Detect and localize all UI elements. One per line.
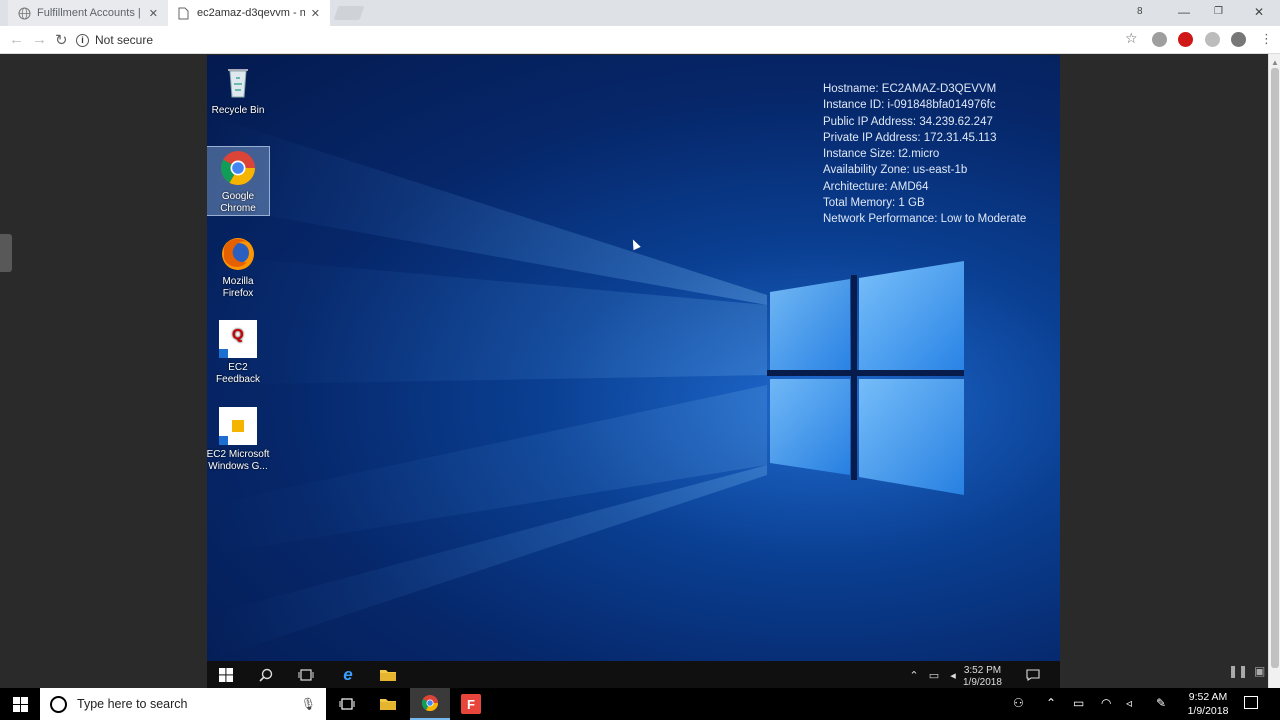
volume-icon[interactable]: ◃ — [1126, 696, 1132, 710]
extension-h-icon[interactable] — [1152, 32, 1167, 47]
desktop-icon-label: Recycle Bin — [211, 105, 265, 116]
browser-toolbar: ← → ↻ i Not secure ☆ ⋮ — [0, 26, 1280, 54]
remote-clock[interactable]: 3:52 PM 1/9/2018 — [963, 665, 1002, 688]
tab-strip: Fulfillment Accounts | ea ✕ ec2amaz-d3qe… — [0, 0, 1280, 26]
tab-fulfillment-accounts[interactable]: Fulfillment Accounts | ea ✕ — [8, 0, 168, 26]
page-icon — [178, 7, 191, 20]
pen-icon[interactable]: ✎ — [1156, 696, 1166, 710]
bookmark-star-icon[interactable]: ☆ — [1125, 30, 1138, 47]
desktop-icon-google-chrome[interactable]: Google Chrome — [207, 146, 270, 216]
sysinfo-line: Public IP Address: 34.239.62.247 — [823, 115, 993, 128]
remote-clock-time: 3:52 PM — [963, 665, 1002, 676]
scrollbar[interactable]: ▲ — [1268, 54, 1280, 688]
reload-icon[interactable]: ↻ — [55, 31, 68, 49]
tray-chevron-icon[interactable]: ⌃ — [1046, 696, 1056, 710]
sysinfo-line: Instance Size: t2.micro — [823, 148, 940, 161]
task-view-icon[interactable] — [327, 688, 367, 720]
sysinfo-line: Availability Zone: us-east-1b — [823, 164, 968, 177]
desktop-icon-label: EC2 Microsoft Windows G... — [207, 449, 270, 472]
skype-icon[interactable] — [1205, 32, 1220, 47]
extension-badge: 8 — [1137, 6, 1143, 17]
remote-file-explorer-icon[interactable] — [377, 666, 399, 684]
tab-title: ec2amaz-d3qevvm - no\ — [197, 7, 305, 19]
taskbar-search-input[interactable]: Type here to search 🎙 — [40, 688, 326, 720]
remote-volume-muted-icon[interactable]: ◂ — [942, 666, 964, 684]
restore-button[interactable]: ❐ — [1214, 6, 1223, 17]
sysinfo-line: Architecture: AMD64 — [823, 180, 929, 193]
back-arrow-icon[interactable]: ← — [9, 31, 24, 48]
desktop-icon-label: Mozilla Firefox — [222, 276, 254, 299]
ec2-box-icon — [219, 407, 257, 445]
search-placeholder: Type here to search — [77, 697, 188, 711]
desktop-icon-label: Google Chrome — [220, 191, 256, 214]
globe-icon — [18, 7, 31, 20]
close-icon[interactable]: ✕ — [311, 7, 320, 20]
side-panel-handle[interactable] — [0, 234, 12, 272]
chrome-icon — [219, 149, 257, 187]
windows-logo-icon — [219, 668, 233, 682]
taskbar: Type here to search 🎙 F ⚇ ⌃ ▭ ◠ ◃ ✎ 9:52… — [0, 688, 1280, 720]
picture-in-picture-icon[interactable]: ▣ — [1254, 664, 1265, 678]
security-label: Not secure — [95, 33, 154, 47]
sysinfo-line: Total Memory: 1 GB — [823, 197, 925, 210]
desktop-icon-mozilla-firefox[interactable]: Mozilla Firefox — [207, 234, 270, 300]
wifi-icon[interactable]: ◠ — [1101, 696, 1111, 710]
feedback-q-icon: Q — [219, 320, 257, 358]
address-bar[interactable]: i Not secure — [76, 29, 1146, 51]
people-icon[interactable]: ⚇ — [1013, 696, 1024, 710]
remote-taskbar: e ⌃ ▭ ◂ 3:52 PM 1/9/2018 — [207, 661, 1060, 688]
pause-icon[interactable]: ❚❚ — [1228, 664, 1248, 678]
desktop-icon-label: EC2 Feedback — [216, 362, 260, 385]
tab-ec2amaz-d3qevvm[interactable]: ec2amaz-d3qevvm - no\ ✕ — [168, 0, 330, 26]
opera-icon[interactable] — [1178, 32, 1193, 47]
clock-date: 1/9/2018 — [1187, 705, 1229, 717]
remote-action-center-icon[interactable] — [1022, 666, 1044, 684]
taskbar-chrome-icon[interactable] — [410, 688, 450, 720]
sync-icon[interactable] — [1231, 32, 1246, 47]
sysinfo-line: Instance ID: i-091848bfa014976fc — [823, 99, 996, 112]
remote-desktop[interactable]: Recycle Bin Google Chrome Mozilla Firefo… — [207, 55, 1060, 688]
sysinfo-line: Network Performance: Low to Moderate — [823, 213, 1027, 226]
remote-clock-date: 1/9/2018 — [963, 677, 1002, 688]
window-close-button[interactable]: ✕ — [1254, 5, 1264, 19]
info-icon[interactable]: i — [76, 33, 89, 47]
remote-ie-icon[interactable]: e — [337, 665, 359, 684]
scroll-thumb[interactable] — [1271, 68, 1279, 668]
remote-start-button[interactable] — [215, 666, 237, 684]
taskbar-clock[interactable]: 9:52 AM 1/9/2018 — [1182, 690, 1234, 718]
sysinfo-line: Private IP Address: 172.31.45.113 — [823, 131, 997, 144]
forward-arrow-icon[interactable]: → — [32, 31, 47, 48]
desktop-icon-ec2-microsoft-windows-guide[interactable]: EC2 Microsoft Windows G... — [207, 407, 270, 473]
remote-tray-chevron-icon[interactable]: ⌃ — [903, 666, 925, 684]
clock-time: 9:52 AM — [1188, 691, 1228, 703]
file-explorer-icon[interactable] — [368, 688, 408, 720]
minimize-button[interactable]: — — [1178, 5, 1190, 19]
remote-search-icon[interactable] — [255, 666, 277, 684]
battery-icon[interactable]: ▭ — [1073, 696, 1084, 710]
desktop-icon-recycle-bin[interactable]: Recycle Bin — [207, 63, 270, 117]
menu-dots-icon[interactable]: ⋮ — [1260, 31, 1273, 47]
close-icon[interactable]: ✕ — [149, 7, 158, 20]
start-button[interactable] — [0, 688, 40, 720]
remote-task-view-icon[interactable] — [295, 666, 317, 684]
action-center-icon[interactable] — [1244, 696, 1258, 709]
recycle-bin-icon — [219, 63, 257, 101]
tab-title: Fulfillment Accounts | ea — [37, 7, 143, 19]
new-tab-button[interactable] — [333, 6, 365, 20]
cortana-icon — [50, 695, 67, 713]
sysinfo-line: Hostname: EC2AMAZ-D3QEVVM — [823, 83, 997, 95]
windows-logo-icon — [12, 696, 28, 712]
microphone-icon[interactable]: 🎙 — [301, 697, 316, 711]
firefox-icon — [219, 234, 257, 272]
scroll-up-icon[interactable]: ▲ — [1271, 58, 1279, 67]
taskbar-app-f-icon[interactable]: F — [451, 688, 491, 720]
desktop-icon-ec2-feedback[interactable]: Q EC2 Feedback — [207, 320, 270, 386]
system-info-overlay: Hostname: EC2AMAZ-D3QEVVM Instance ID: i… — [823, 81, 1026, 228]
